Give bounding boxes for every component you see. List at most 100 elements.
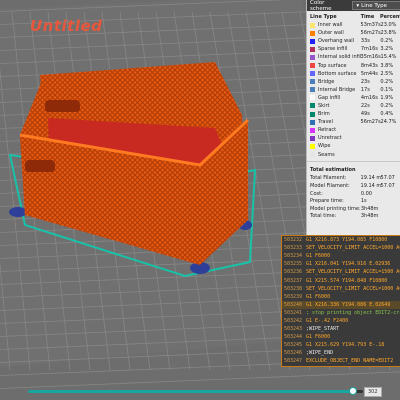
- legend-row[interactable]: Top surface 8m43s 3.8%: [307, 61, 400, 69]
- legend-row[interactable]: Skirt 22s 0.2%: [307, 102, 400, 110]
- legend-item-text: Outer wall: [318, 30, 344, 37]
- legend-item-label: Bottom surface: [310, 71, 361, 77]
- col-line-type: Line Type: [310, 14, 337, 20]
- col-time: Time: [360, 14, 375, 20]
- legend-item-percent: 0.4%: [380, 111, 394, 118]
- gcode-line[interactable]: 503236 SET_VELOCITY_LIMIT ACCEL=1500 AC: [282, 268, 400, 276]
- estimation-title: Total estimation: [307, 160, 400, 175]
- legend-item-percent: 23.8%: [380, 30, 397, 37]
- gcode-line-number: 503234: [284, 253, 303, 260]
- slider-handle[interactable]: [348, 387, 357, 395]
- gcode-line-text: G1 F6000: [306, 253, 331, 260]
- gcode-line[interactable]: 503234 G1 F6000: [282, 252, 400, 260]
- gcode-line-text: G1 E-.42 F2400: [306, 317, 349, 324]
- gcode-line[interactable]: 503241; stop printing object EDIT2-crate…: [282, 309, 400, 317]
- legend-row[interactable]: Gap infill 4m16s 1.9%: [307, 94, 400, 102]
- gcode-line-number: 503236: [284, 269, 303, 276]
- crate-handle: [45, 100, 80, 112]
- legend-item-text: Bridge: [318, 78, 335, 85]
- legend-item-text: Sparse infill: [318, 46, 348, 53]
- gcode-line-number: 503245: [284, 342, 303, 349]
- legend-item-label: Bridge: [310, 79, 361, 85]
- gcode-line-number: 503246: [284, 350, 303, 357]
- legend-item-time: 53m37s: [360, 22, 381, 29]
- legend-row[interactable]: Brim 49s 0.4%: [307, 110, 400, 118]
- gcode-line[interactable]: 503242 G1 E-.42 F2400: [282, 317, 400, 325]
- gcode-line-number: 503242: [284, 317, 303, 324]
- gcode-line-number: 503244: [284, 334, 303, 341]
- legend-item-percent: 23.0%: [380, 22, 397, 29]
- legend-row[interactable]: Wipe: [307, 142, 400, 150]
- gcode-line[interactable]: 503237 G1 X215.574 Y194.848 F10800: [282, 276, 400, 284]
- estimation-key: Total Filament:: [310, 175, 347, 182]
- legend-item-time: 23s: [360, 78, 370, 85]
- legend-row[interactable]: Internal solid infill 35m16s 15.4%: [307, 53, 400, 61]
- legend-row[interactable]: Retract: [307, 126, 400, 134]
- legend-item-label: Travel: [310, 119, 361, 125]
- color-swatch: [310, 152, 315, 158]
- legend-columns: Line Type Time Percent: [307, 11, 400, 21]
- gcode-line[interactable]: 503243 ;WIPE_START: [282, 325, 400, 333]
- legend-item-percent: 15.4%: [380, 54, 397, 61]
- color-swatch: [310, 46, 315, 52]
- legend-row[interactable]: Unretract: [307, 134, 400, 142]
- legend-item-label: Brim: [310, 111, 361, 117]
- legend-item-time: 35m16s: [360, 54, 381, 61]
- legend-row[interactable]: Sparse infill 7m16s 3.2%: [307, 45, 400, 53]
- legend-row[interactable]: Bottom surface 5m44s 2.5%: [307, 70, 400, 78]
- legend-row[interactable]: Bridge 23s 0.2%: [307, 78, 400, 86]
- gcode-line-text: EXCLUDE_OBJECT_END NAME=EDIT2: [306, 358, 394, 365]
- legend-item-time: 49s: [360, 111, 370, 118]
- estimation-key: Cost:: [310, 190, 323, 197]
- gcode-line[interactable]: 503247 EXCLUDE_OBJECT_END NAME=EDIT2: [282, 357, 400, 365]
- gcode-line-text: G1 X216.336 Y194.086 E.02649: [306, 301, 391, 308]
- estimation-value: 19.14 m: [360, 182, 382, 189]
- legend-row[interactable]: Seams: [307, 151, 400, 159]
- legend-item-percent: 24.7%: [380, 119, 397, 126]
- legend-item-time: 17s: [360, 86, 370, 93]
- gcode-line-text: ; stop printing object EDIT2-crate_so: [306, 309, 400, 316]
- legend-item-percent: 0.2%: [380, 78, 394, 85]
- legend-item-text: Internal Bridge: [318, 86, 356, 93]
- gcode-line[interactable]: 503238 SET_VELOCITY_LIMIT ACCEL=1000 AC: [282, 285, 400, 293]
- gcode-line[interactable]: 503240 G1 X216.336 Y194.086 E.02649: [282, 300, 400, 309]
- gcode-line[interactable]: 503245 G1 X215.629 Y194.793 E-.18: [282, 341, 400, 349]
- gcode-line-text: SET_VELOCITY_LIMIT ACCEL=1500 AC: [306, 269, 400, 276]
- legend-item-time: 4m16s: [360, 94, 378, 101]
- gcode-line[interactable]: 503233 SET_VELOCITY_LIMIT ACCEL=1000 AC: [282, 244, 400, 252]
- legend-panel: Color scheme ▾ Line Type Line Type Time …: [306, 0, 400, 262]
- legend-item-text: Internal solid infill: [318, 54, 361, 61]
- color-swatch: [310, 38, 315, 44]
- gcode-line-number: 503243: [284, 326, 303, 333]
- legend-item-text: Overhang wall: [318, 38, 355, 45]
- legend-row[interactable]: Overhang wall 33s 0.2%: [307, 37, 400, 45]
- color-scheme-select[interactable]: ▾ Line Type: [352, 1, 400, 10]
- legend-item-text: Bottom surface: [318, 70, 357, 77]
- gcode-line[interactable]: 503232 G1 X216.873 Y194.085 F10800: [282, 236, 400, 244]
- layer-slider[interactable]: 302: [28, 387, 382, 397]
- legend-row[interactable]: Inner wall 53m37s 23.0%: [307, 21, 400, 29]
- estimation-value: 1s: [360, 198, 367, 205]
- legend-item-label: Overhang wall: [310, 38, 361, 44]
- legend-item-time: 22s: [360, 102, 370, 109]
- gcode-line-number: 503241: [284, 309, 303, 316]
- color-swatch: [310, 127, 315, 133]
- color-swatch: [310, 54, 315, 60]
- gcode-line[interactable]: 503235 G1 X216.041 Y194.916 E.02936: [282, 260, 400, 268]
- gcode-line-text: G1 F6000: [306, 293, 331, 300]
- legend-item-label: Outer wall: [310, 30, 361, 36]
- legend-row[interactable]: Internal Bridge 17s 0.1%: [307, 86, 400, 94]
- gcode-line[interactable]: 503239 G1 F6000: [282, 293, 400, 301]
- legend-item-percent: 0.2%: [380, 102, 394, 109]
- legend-header: Color scheme ▾ Line Type: [307, 0, 400, 12]
- gcode-line[interactable]: 503244 G1 F6000: [282, 333, 400, 341]
- estimation-row: Model printing time: 3h48m: [307, 205, 400, 213]
- gcode-line[interactable]: 503246 ;WIPE_END: [282, 349, 400, 357]
- gcode-line-number: 503240: [284, 301, 303, 308]
- legend-row[interactable]: Outer wall 56m27s 23.8%: [307, 29, 400, 37]
- legend-item-percent: 0.2%: [380, 38, 394, 45]
- legend-item-percent: 0.1%: [380, 86, 394, 93]
- gcode-viewer[interactable]: 503232 G1 X216.873 Y194.085 F10800 503233 S…: [281, 235, 400, 367]
- gcode-line-text: SET_VELOCITY_LIMIT ACCEL=1000 AC: [306, 285, 400, 292]
- legend-row[interactable]: Travel 56m27s 24.7%: [307, 118, 400, 126]
